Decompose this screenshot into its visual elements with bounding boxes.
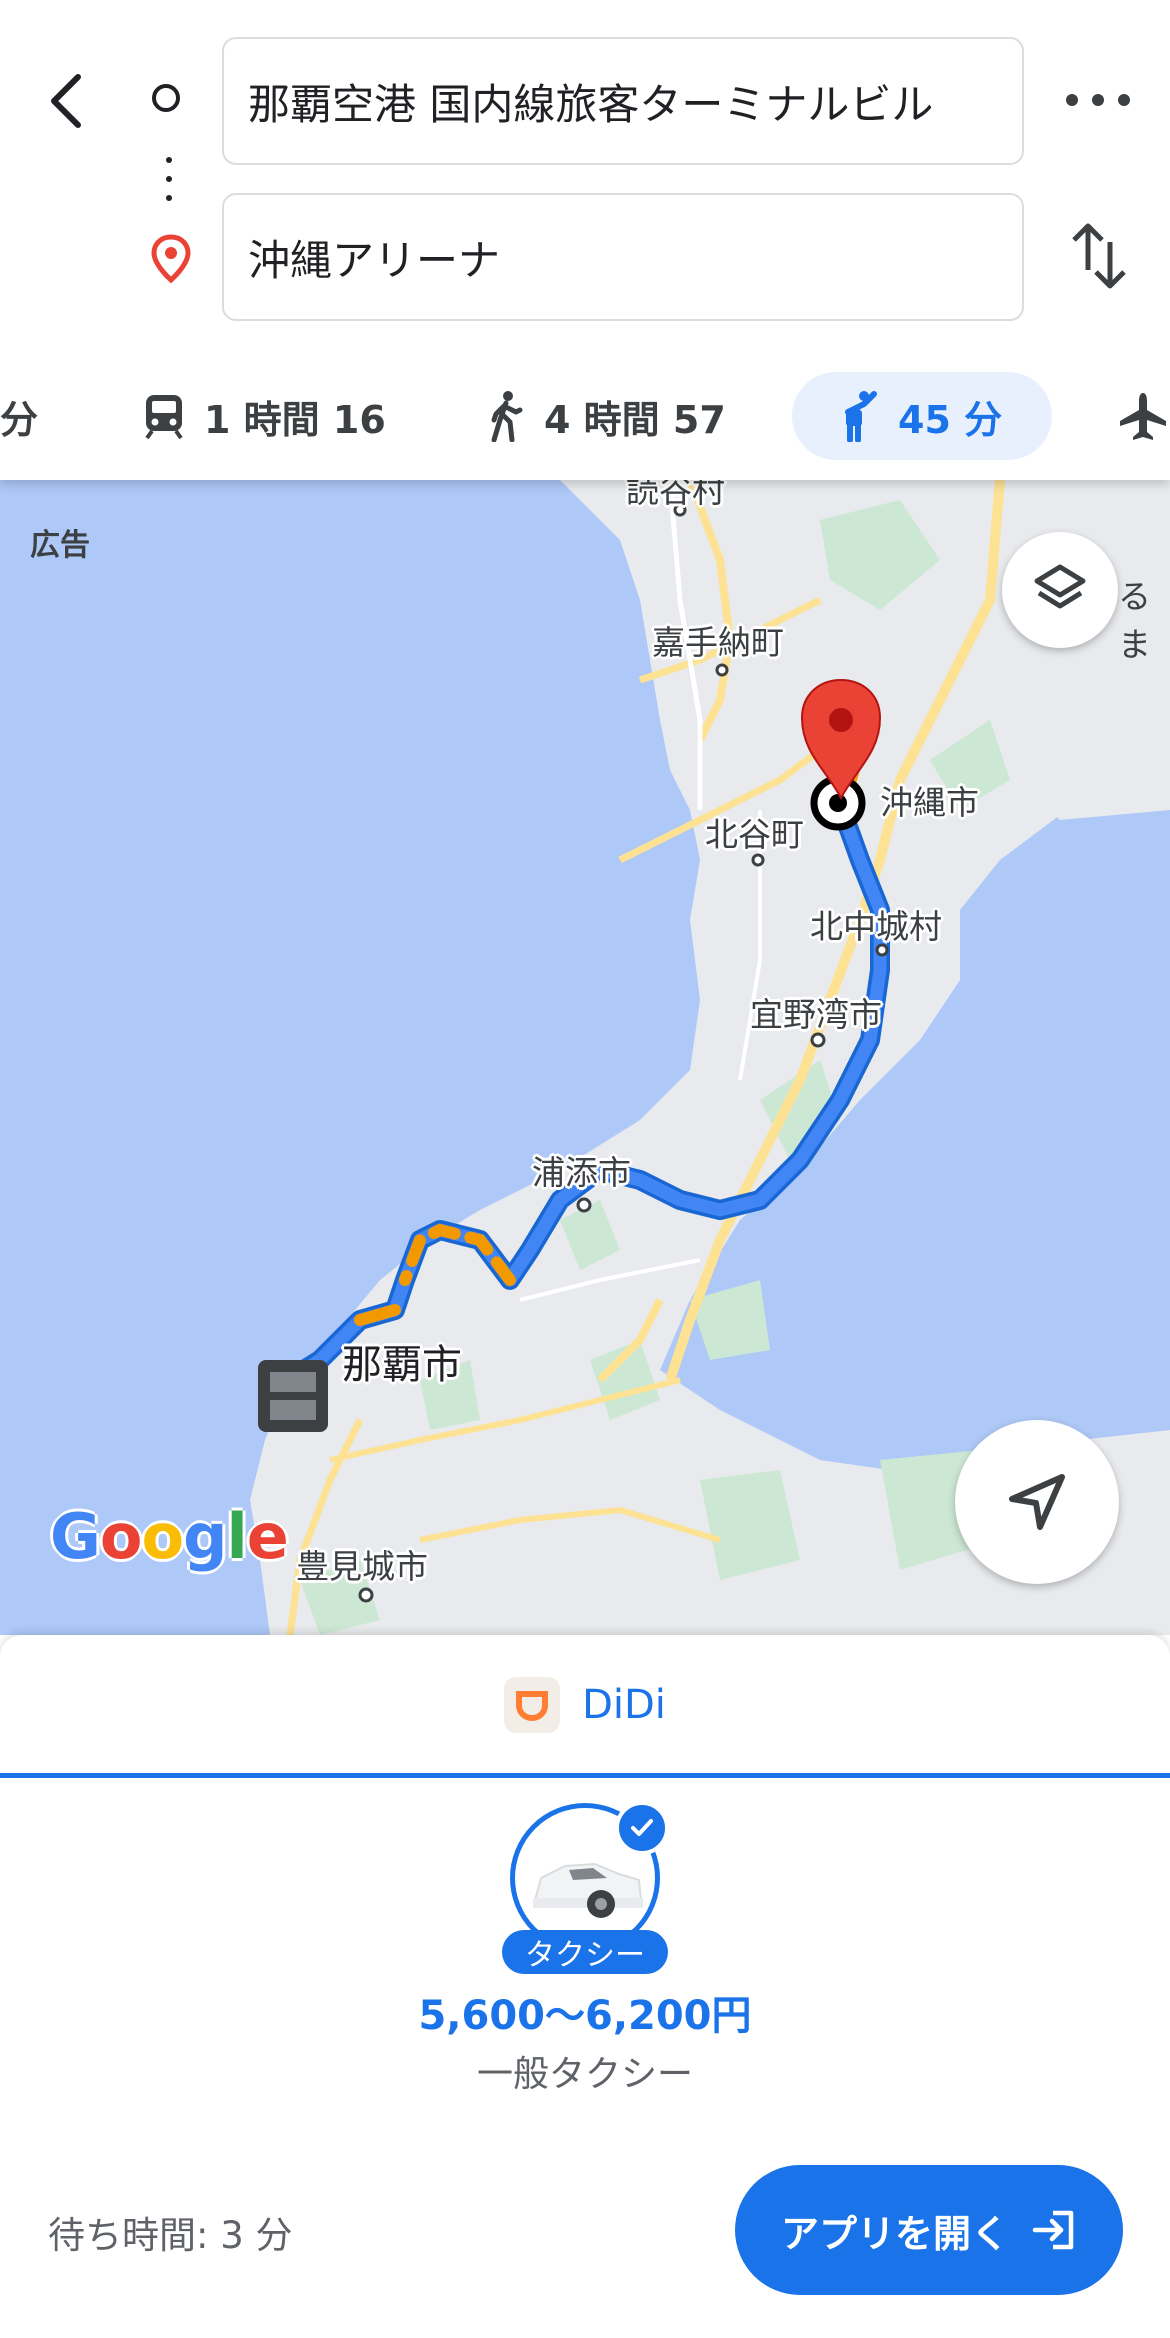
place-tomigusuku: 豊見城市 xyxy=(296,1547,428,1586)
didi-logo-icon xyxy=(504,1677,561,1733)
swap-icon xyxy=(1072,223,1126,289)
google-logo: Google xyxy=(50,1500,289,1573)
back-button[interactable] xyxy=(36,56,96,146)
wait-time: 待ち時間: 3 分 xyxy=(48,2214,293,2257)
layers-button[interactable] xyxy=(1002,532,1118,648)
tab-flight[interactable] xyxy=(1118,372,1170,460)
more-options-button[interactable] xyxy=(1066,80,1130,120)
tab-ride-hailing-label: 45 分 xyxy=(898,397,1003,442)
ad-label: 広告 xyxy=(30,528,90,563)
airport-marker xyxy=(258,1360,328,1432)
tab-driving-label: 分 xyxy=(0,397,39,442)
tab-walking[interactable]: 4 時間 57 xyxy=(488,372,726,460)
place-chatan: 北谷町 xyxy=(705,815,804,854)
my-location-button[interactable] xyxy=(955,1420,1119,1584)
ride-options-sheet: DiDi タクシー 5,600〜6,200円 一般タクシー 待ち時間: 3 分 … xyxy=(0,1635,1170,2338)
walk-icon xyxy=(491,391,523,442)
route-dots-icon xyxy=(166,157,172,207)
travel-mode-tabs: 分 1 時間 16 4 時間 57 45 分 xyxy=(0,372,1170,460)
ride-hail-icon xyxy=(845,391,877,442)
swap-button[interactable] xyxy=(1070,220,1128,296)
provider-tab-didi[interactable]: DiDi xyxy=(0,1635,1170,1775)
navigation-arrow-icon xyxy=(1009,1474,1065,1530)
selected-check-icon xyxy=(615,1801,669,1855)
destination-field[interactable]: 沖縄アリーナ xyxy=(222,193,1024,321)
tab-underline xyxy=(0,1773,1170,1778)
fare-estimate: 5,600〜6,200円 xyxy=(418,1993,752,2039)
directions-header: 那覇空港 国内線旅客ターミナルビル 沖縄アリーナ 分 1 時間 16 4 時間 … xyxy=(0,0,1170,480)
open-app-label: アプリを開く xyxy=(780,2211,1009,2256)
tab-driving[interactable]: 分 xyxy=(0,372,38,460)
place-naha: 那覇市 xyxy=(342,1342,462,1388)
layers-icon xyxy=(1034,564,1086,609)
place-ginowan: 宜野湾市 xyxy=(750,995,882,1034)
tab-transit[interactable]: 1 時間 16 xyxy=(144,372,386,460)
open-external-icon xyxy=(1032,2210,1074,2250)
place-kadena: 嘉手納町 xyxy=(652,623,784,662)
flight-icon xyxy=(1120,393,1166,440)
place-okinawa-city: 沖縄市 xyxy=(880,783,979,822)
destination-pin-icon xyxy=(150,234,192,288)
taxi-type-chip: タクシー xyxy=(502,1930,668,1974)
place-kitanakagusuku: 北中城村 xyxy=(810,907,942,946)
place-urasoe: 浦添市 xyxy=(532,1153,631,1192)
place-yomitan: 読谷村 xyxy=(626,480,725,510)
tab-ride-hailing[interactable]: 45 分 xyxy=(792,372,1052,460)
tab-transit-label: 1 時間 16 xyxy=(204,397,386,442)
train-icon xyxy=(145,395,183,439)
map-edge-label: るま xyxy=(1118,577,1151,664)
route-map[interactable]: 広告 るま 読谷村 嘉手納町 北谷町 沖縄市 北中城村 宜野湾市 浦添市 那覇市… xyxy=(0,480,1170,1635)
tab-walking-label: 4 時間 57 xyxy=(544,397,726,442)
origin-circle-icon xyxy=(152,84,180,112)
taxi-category-label: 一般タクシー xyxy=(476,2054,693,2095)
back-arrow-icon xyxy=(51,74,81,128)
open-app-button[interactable]: アプリを開く xyxy=(735,2165,1123,2295)
origin-field[interactable]: 那覇空港 国内線旅客ターミナルビル xyxy=(222,37,1024,165)
provider-name: DiDi xyxy=(582,1682,666,1728)
